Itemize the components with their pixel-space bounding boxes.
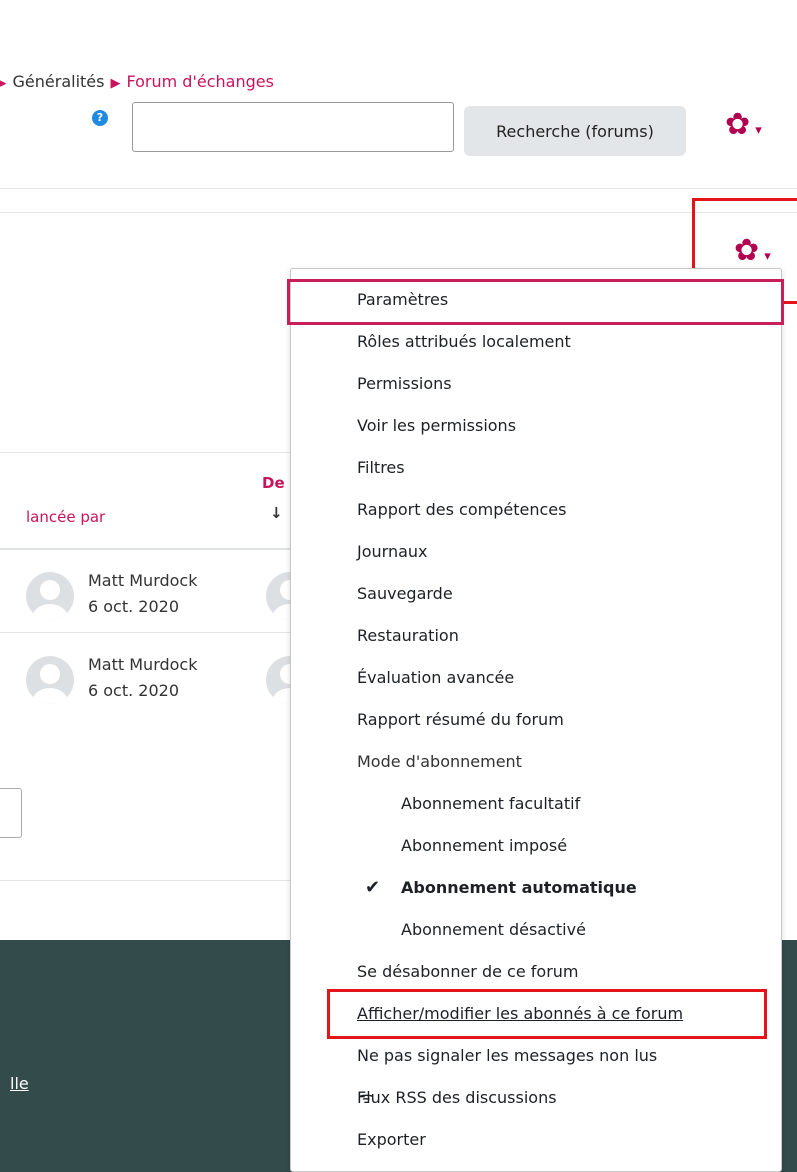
partial-select-box[interactable] [0, 788, 22, 838]
divider [0, 880, 300, 881]
forum-admin-dropdown: Paramètres Rôles attribués localement Pe… [287, 268, 784, 1172]
breadcrumb-separator: ▸ [0, 76, 7, 91]
help-icon[interactable]: ? [92, 110, 108, 126]
menu-item-unsubscribe[interactable]: Se désabonner de ce forum [357, 961, 579, 983]
forum-gear-menu[interactable]: ✿ ▾ [734, 236, 771, 266]
breadcrumb-item-forum[interactable]: Forum d'échanges [126, 72, 273, 91]
avatar [26, 572, 74, 620]
menu-heading-subscription-mode: Mode d'abonnement [357, 752, 522, 771]
search-input[interactable] [132, 102, 454, 152]
breadcrumb-item-generalites[interactable]: Généralités [13, 72, 105, 91]
sort-arrow-icon: ↓ [270, 504, 283, 522]
menu-item-competencies[interactable]: Rapport des compétences [357, 499, 566, 521]
post-date: 6 oct. 2020 [88, 597, 180, 616]
menu-item-forced-subscription[interactable]: Abonnement imposé [401, 835, 567, 857]
menu-item-do-not-track[interactable]: Ne pas signaler les messages non lus [357, 1045, 657, 1067]
menu-item-export[interactable]: Exporter [357, 1129, 426, 1151]
caret-down-icon: ▾ [764, 249, 771, 264]
menu-item-advanced-grading[interactable]: Évaluation avancée [357, 667, 514, 689]
gear-icon: ✿ [734, 233, 760, 268]
menu-item-filters[interactable]: Filtres [357, 457, 405, 479]
menu-item-optional-subscription[interactable]: Abonnement facultatif [401, 793, 580, 815]
menu-item-restore[interactable]: Restauration [357, 625, 459, 647]
divider [0, 212, 797, 213]
author-name[interactable]: Matt Murdock [88, 568, 198, 594]
post-date: 6 oct. 2020 [88, 681, 180, 700]
table-top-border [0, 452, 300, 453]
menu-item-disabled-subscription[interactable]: Abonnement désactivé [401, 919, 586, 941]
menu-item-forum-summary[interactable]: Rapport résumé du forum [357, 709, 564, 731]
breadcrumb: ▸ Généralités ▶ Forum d'échanges [0, 70, 274, 96]
table-row: Matt Murdock 6 oct. 2020 [88, 568, 198, 620]
menu-item-auto-subscription[interactable]: Abonnement automatique [401, 877, 637, 899]
divider [0, 188, 797, 189]
table-header-border [0, 548, 300, 550]
check-icon: ✔ [365, 877, 381, 898]
column-header-started-by[interactable]: lancée par [26, 508, 105, 526]
author-name[interactable]: Matt Murdock [88, 652, 198, 678]
gear-icon: ✿ [725, 107, 751, 142]
caret-down-icon: ▾ [755, 123, 762, 138]
search-button[interactable]: Recherche (forums) [464, 106, 686, 156]
footer-link[interactable]: lle [10, 1074, 29, 1093]
header-gear-menu[interactable]: ✿ ▾ [725, 110, 762, 140]
menu-item-parametres[interactable]: Paramètres [357, 289, 448, 311]
menu-item-roles[interactable]: Rôles attribués localement [357, 331, 571, 353]
row-divider [0, 632, 300, 633]
menu-item-permissions[interactable]: Permissions [357, 373, 452, 395]
avatar [26, 656, 74, 704]
menu-item-view-subscribers[interactable]: Afficher/modifier les abonnés à ce forum [357, 1003, 683, 1025]
menu-item-check-permissions[interactable]: Voir les permissions [357, 415, 516, 437]
menu-item-backup[interactable]: Sauvegarde [357, 583, 453, 605]
menu-item-rss[interactable]: Flux RSS des discussions [357, 1087, 557, 1109]
breadcrumb-separator: ▶ [110, 76, 121, 91]
menu-item-logs[interactable]: Journaux [357, 541, 428, 563]
table-row: Matt Murdock 6 oct. 2020 [88, 652, 198, 704]
column-header-last-post[interactable]: De [262, 474, 285, 492]
